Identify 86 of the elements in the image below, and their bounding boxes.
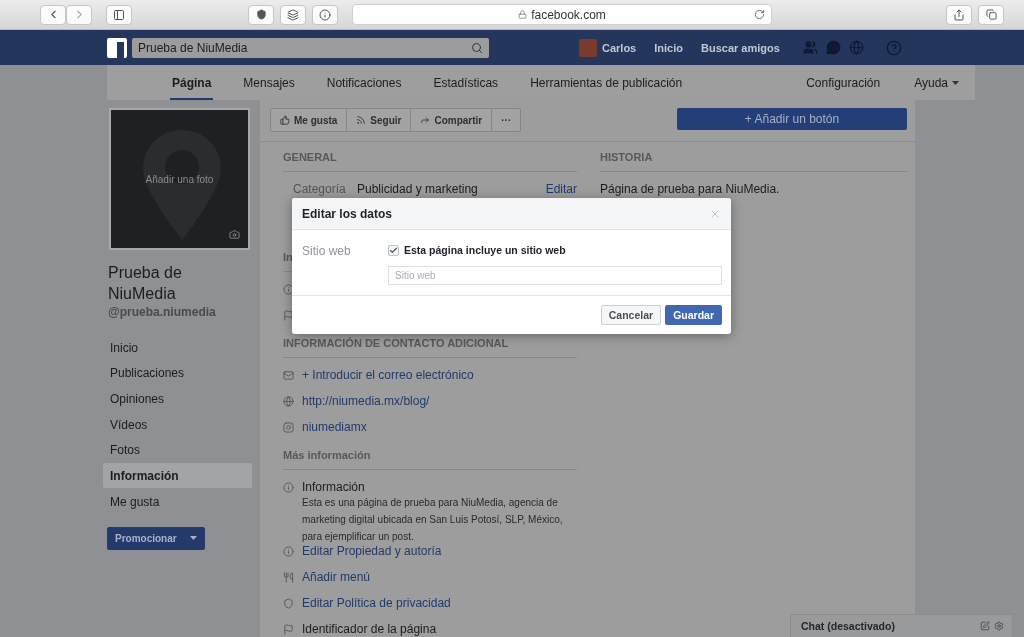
checkbox[interactable] <box>388 244 399 256</box>
page-tab[interactable]: Herramientas de publicación <box>528 65 685 100</box>
flag-icon <box>283 623 294 635</box>
sidebar-item[interactable]: Información <box>103 463 252 489</box>
menu-tab[interactable]: Configuración <box>804 65 883 100</box>
envelope-icon <box>283 369 294 381</box>
info-icon <box>283 545 294 557</box>
caret-icon[interactable] <box>952 80 959 85</box>
page-handle: @prueba.niumedia <box>108 305 217 319</box>
search-icon[interactable] <box>471 41 483 54</box>
nav-link[interactable]: Inicio <box>645 41 692 54</box>
field-label: Sitio web <box>302 243 352 260</box>
section-heading: GENERAL <box>283 142 577 172</box>
rss-icon <box>356 115 367 125</box>
search-field[interactable]: Prueba de NiuMedia <box>132 37 489 58</box>
info-title: Identificador de la página <box>302 622 437 636</box>
action-button[interactable]: Seguir <box>347 109 412 131</box>
edit-link[interactable]: Editar <box>545 182 577 196</box>
add-button[interactable]: + Añadir un botón <box>677 108 907 130</box>
page-name: Prueba de NiuMedia <box>108 263 183 304</box>
checkbox-label: Esta página incluye un sitio web <box>404 244 566 256</box>
tabs-button[interactable] <box>978 4 1004 25</box>
caret-icon[interactable] <box>190 536 197 541</box>
thumbs-up-icon <box>280 115 290 125</box>
globe-icon <box>283 395 294 407</box>
page-tab[interactable]: Estadísticas <box>431 65 501 100</box>
contact-link[interactable]: http://niumedia.mx/blog/ <box>302 394 430 408</box>
camera-icon[interactable] <box>229 229 240 240</box>
password-button[interactable] <box>312 4 338 25</box>
contact-link[interactable]: + Introducir el correo electrónico <box>302 368 474 382</box>
share-icon[interactable] <box>953 8 965 21</box>
logo-icon[interactable] <box>107 37 127 58</box>
info-link[interactable]: Editar Propiedad y autoría <box>302 544 442 558</box>
back-button[interactable] <box>40 4 66 25</box>
photo-placeholder[interactable]: Añadir una foto <box>109 108 250 250</box>
cancel-button[interactable]: Cancelar <box>600 305 662 325</box>
website-field[interactable]: Sitio web <box>388 266 722 285</box>
page-tab[interactable]: Página <box>170 65 214 100</box>
more-button[interactable]: ··· <box>492 109 521 131</box>
arrow-icon <box>420 115 431 125</box>
field-label: Categoría <box>292 182 345 196</box>
info-title: Información <box>302 480 365 494</box>
contact-link[interactable]: niumediamx <box>302 420 367 434</box>
sidebar-icon[interactable] <box>113 8 125 21</box>
sidebar-item[interactable]: Publicaciones <box>103 360 252 386</box>
layers-button[interactable] <box>280 4 306 25</box>
settings-icon[interactable] <box>994 621 1004 631</box>
page-tab[interactable]: Mensajes <box>241 65 297 100</box>
photo-label: Añadir una foto <box>145 173 214 185</box>
sidebar-item[interactable]: Inicio <box>103 335 252 360</box>
shield-icon <box>283 597 294 609</box>
layers-icon[interactable] <box>287 8 299 21</box>
save-button[interactable]: Guardar <box>665 305 722 325</box>
chat-bar[interactable]: Chat (desactivado) <box>790 614 1013 637</box>
nav-link[interactable]: Buscar amigos <box>692 41 789 54</box>
description-text: Esta es una página de prueba para NiuMedia, agencia de marketing digital ubicada en San Luis Potosí, SLP, México, para ejemplificar un post. <box>301 496 564 544</box>
profile-link[interactable]: Carlos <box>602 41 646 54</box>
chat-label: Chat (desactivado) <box>801 620 895 632</box>
address-bar[interactable]: facebook.com <box>352 4 772 25</box>
page-tab[interactable]: Notificaciones <box>324 65 404 100</box>
info-icon <box>283 481 294 493</box>
action-button[interactable]: Compartir <box>411 109 493 131</box>
info-link[interactable]: Añadir menú <box>302 570 371 584</box>
menu-tab[interactable]: Ayuda <box>912 65 961 100</box>
action-button[interactable]: Me gusta <box>271 109 348 131</box>
info-link[interactable]: Editar Política de privacidad <box>302 596 451 610</box>
sidebar-item[interactable]: Fotos <box>103 437 252 463</box>
tabs-icon[interactable] <box>985 9 997 20</box>
flag-icon <box>283 309 294 321</box>
compose-icon[interactable] <box>980 621 990 631</box>
pocket-button[interactable] <box>248 4 274 25</box>
sidebar-item[interactable]: Vídeos <box>103 412 252 438</box>
dialog-title: Editar los datos <box>302 206 393 221</box>
section-heading: Más información <box>283 440 577 470</box>
sidebar-item[interactable]: Me gusta <box>103 489 252 515</box>
field-value: Publicidad y marketing <box>356 182 479 196</box>
promote-button[interactable]: Promocionar <box>107 526 205 550</box>
fork-knife-icon <box>283 571 294 583</box>
sidebar-item[interactable]: Opiniones <box>103 386 252 412</box>
section-heading: HISTORIA <box>600 142 907 172</box>
search-value: Prueba de NiuMedia <box>138 40 248 55</box>
sidebar-button[interactable] <box>106 4 132 25</box>
shield-icon[interactable] <box>255 9 267 20</box>
info-icon[interactable] <box>319 8 331 21</box>
story-text: Página de prueba para NiuMedia. <box>600 182 780 196</box>
camera-icon <box>283 421 294 433</box>
